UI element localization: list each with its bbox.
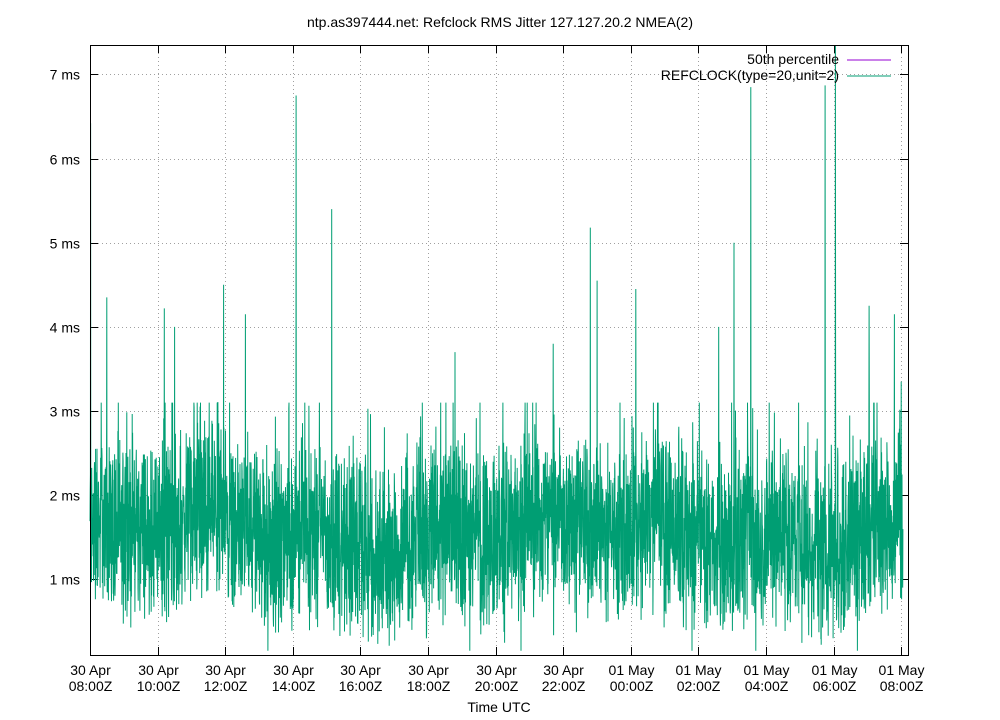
x-tick-label-date: 30 Apr [408,662,449,678]
x-tick-label-time: 08:00Z [880,678,924,694]
y-tick-label: 1 ms [50,572,80,588]
x-tick-label-date: 30 Apr [273,662,314,678]
x-tick-label-time: 00:00Z [610,678,654,694]
x-tick-label-date: 30 Apr [476,662,517,678]
chart-title: ntp.as397444.net: Refclock RMS Jitter 12… [307,14,693,30]
y-tick-label: 3 ms [50,404,80,420]
y-tick-label: 5 ms [50,236,80,252]
x-tick-label-date: 30 Apr [205,662,246,678]
x-tick-label-time: 08:00Z [69,678,113,694]
x-tick-label-date: 01 May [812,662,858,678]
y-tick-label: 7 ms [50,67,80,83]
y-tick-label: 4 ms [50,320,80,336]
x-axis-label: Time UTC [467,699,530,715]
x-tick-label-time: 16:00Z [339,678,383,694]
y-tick-label: 2 ms [50,488,80,504]
legend-label-refclock: REFCLOCK(type=20,unit=2) [661,67,839,83]
jitter-chart: ntp.as397444.net: Refclock RMS Jitter 12… [50,14,925,715]
x-tick-label-time: 20:00Z [475,678,519,694]
x-tick-label-date: 01 May [676,662,722,678]
x-tick-label-time: 04:00Z [745,678,789,694]
y-tick-label: 6 ms [50,152,80,168]
x-tick-label-time: 14:00Z [272,678,316,694]
legend: 50th percentile REFCLOCK(type=20,unit=2) [661,51,891,83]
x-tick-label-date: 01 May [744,662,790,678]
x-tick-label-date: 30 Apr [340,662,381,678]
series-line-refclock [89,44,904,651]
x-tick-label-time: 06:00Z [813,678,857,694]
x-tick-label-time: 02:00Z [677,678,721,694]
x-tick-label-time: 10:00Z [137,678,181,694]
x-tick-label-time: 22:00Z [542,678,586,694]
x-tick-label-date: 01 May [609,662,655,678]
legend-label-50th-percentile: 50th percentile [747,51,839,67]
x-tick-label-time: 12:00Z [204,678,248,694]
series-area [89,44,904,651]
x-tick-label-date: 30 Apr [138,662,179,678]
x-tick-label-time: 18:00Z [407,678,451,694]
x-tick-label-date: 30 Apr [543,662,584,678]
x-tick-label-date: 30 Apr [70,662,111,678]
x-tick-label-date: 01 May [879,662,925,678]
